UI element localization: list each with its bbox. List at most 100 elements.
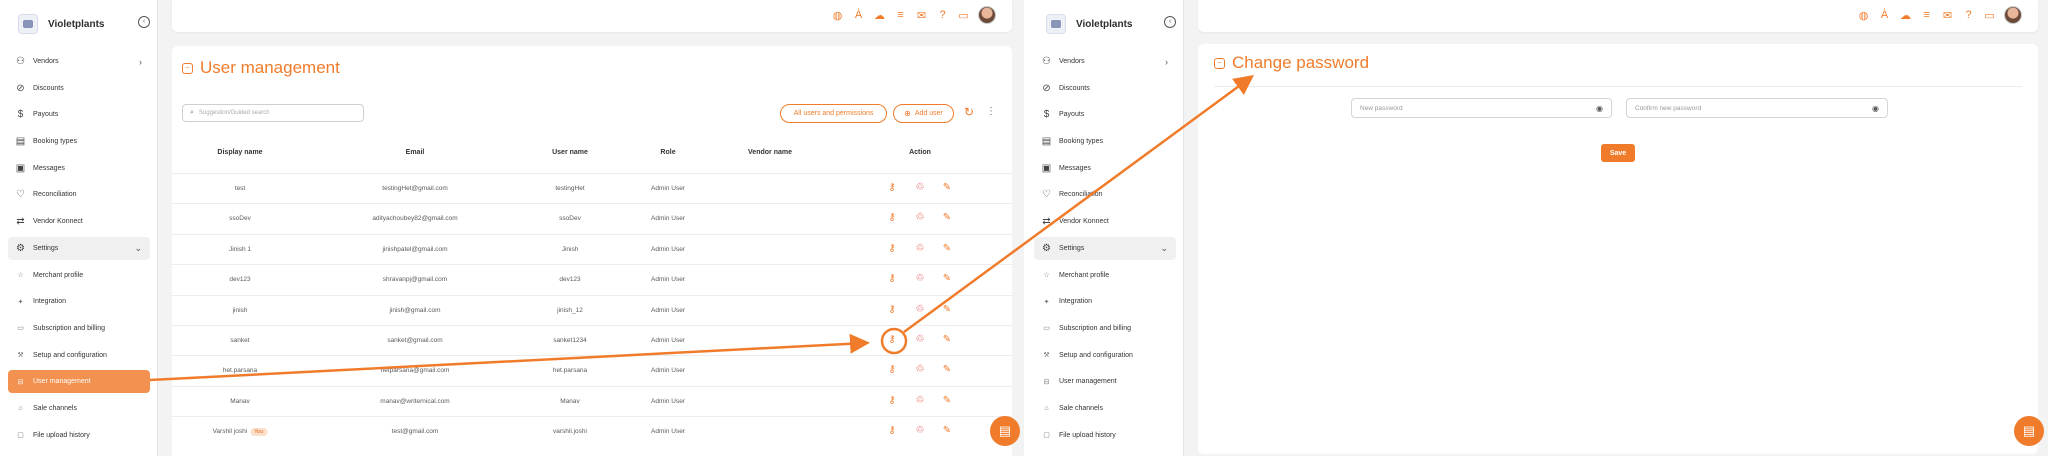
sidebar-item-discounts[interactable]: ⊘ Discounts (1034, 77, 1176, 100)
cloud-icon[interactable]: ☁ (1899, 9, 1912, 22)
confirm-password-field[interactable]: Confirm new password ◉ (1626, 98, 1888, 118)
edit-icon[interactable]: ✎ (941, 273, 953, 285)
key-icon[interactable]: ⚷ (886, 304, 898, 316)
add-user-button[interactable]: ⊕ Add user (893, 104, 954, 123)
edit-icon[interactable]: ✎ (941, 243, 953, 255)
avatar[interactable] (2004, 6, 2022, 24)
key-icon[interactable]: ⚷ (886, 212, 898, 224)
column-header-email: Email (405, 149, 425, 156)
sidebar-item-sale-channels[interactable]: ⌂ Sale channels (8, 397, 150, 420)
list-icon[interactable]: ≡ (1920, 9, 1933, 22)
sidebar-item-messages[interactable]: ▣ Messages (1034, 157, 1176, 180)
globe-icon[interactable]: ◍ (1857, 9, 1870, 22)
delete-icon[interactable]: ♲ (914, 304, 926, 316)
collapse-sidebar-button[interactable]: ‹ (138, 16, 150, 28)
sidebar-item-file-upload-history[interactable]: ▢ File upload history (8, 424, 150, 447)
edit-icon[interactable]: ✎ (941, 182, 953, 194)
cell-role: Admin User (651, 428, 685, 436)
delete-icon[interactable]: ♲ (914, 182, 926, 194)
delete-icon[interactable]: ♲ (914, 334, 926, 346)
key-icon[interactable]: ⚷ (886, 273, 898, 285)
delete-icon[interactable]: ♲ (914, 395, 926, 407)
sidebar-item-reconciliation[interactable]: ♡ Reconciliation (8, 183, 150, 206)
messages-icon: ▣ (1041, 162, 1052, 174)
delete-icon[interactable]: ♲ (914, 364, 926, 376)
key-icon[interactable]: ⚷ (886, 182, 898, 194)
sidebar-item-merchant-profile[interactable]: ☆ Merchant profile (8, 264, 150, 287)
sidebar-item-integration[interactable]: ✦ Integration (8, 290, 150, 313)
key-icon[interactable]: ⚷ (886, 364, 898, 376)
sidebar-item-subscription-and-billing[interactable]: ▭ Subscription and billing (8, 317, 150, 340)
sidebar-item-user-management[interactable]: ⊟ User management (1034, 370, 1176, 393)
wallet-icon[interactable]: ▭ (1983, 9, 1996, 22)
key-icon[interactable]: ⚷ (886, 395, 898, 407)
edit-icon[interactable]: ✎ (941, 212, 953, 224)
delete-icon[interactable]: ♲ (914, 243, 926, 255)
delete-icon[interactable]: ♲ (914, 273, 926, 285)
globe-icon[interactable]: ◍ (831, 9, 844, 22)
edit-icon[interactable]: ✎ (941, 395, 953, 407)
sidebar-item-payouts[interactable]: $ Payouts (1034, 103, 1176, 126)
megaphone-icon[interactable]: ✉ (1941, 9, 1954, 22)
sidebar-item-booking-types[interactable]: ▤ Booking types (8, 130, 150, 153)
eye-icon[interactable]: ◉ (1596, 104, 1603, 113)
sidebar-item-discounts[interactable]: ⊘ Discounts (8, 77, 150, 100)
sidebar-item-integration[interactable]: ✦ Integration (1034, 290, 1176, 313)
key-icon[interactable]: ⚷ (886, 425, 898, 437)
search-input[interactable]: ⌕ Suggestion/Guided search (182, 104, 364, 122)
file-history-icon: ▢ (17, 432, 24, 440)
sidebar-item-reconciliation[interactable]: ♡ Reconciliation (1034, 183, 1176, 206)
translate-icon[interactable]: Ȧ (1878, 9, 1891, 22)
edit-icon[interactable]: ✎ (941, 425, 953, 437)
sidebar-item-label: Reconciliation (33, 191, 77, 199)
collapse-sidebar-button[interactable]: ‹ (1164, 16, 1176, 28)
sidebar-item-messages[interactable]: ▣ Messages (8, 157, 150, 180)
edit-icon[interactable]: ✎ (941, 364, 953, 376)
sidebar-item-vendors[interactable]: ⚇ Vendors › (1034, 50, 1176, 73)
sidebar-item-vendors[interactable]: ⚇ Vendors › (8, 50, 150, 73)
delete-icon[interactable]: ♲ (914, 212, 926, 224)
more-icon[interactable]: ⋮ (986, 106, 996, 117)
eye-icon[interactable]: ◉ (1872, 104, 1879, 113)
refresh-icon[interactable]: ↻ (964, 105, 974, 119)
cell-username: ssoDev (559, 215, 581, 223)
sidebar-item-file-upload-history[interactable]: ▢ File upload history (1034, 424, 1176, 447)
cloud-icon[interactable]: ☁ (873, 9, 886, 22)
key-icon[interactable]: ⚷ (886, 243, 898, 255)
key-icon[interactable]: ⚷ (886, 334, 898, 346)
sidebar-item-settings[interactable]: ⚙ Settings ⌄ (1034, 236, 1176, 260)
sidebar-item-setup-and-configuration[interactable]: ⚒ Setup and configuration (1034, 344, 1176, 367)
cell-email: shravanpj@gmail.com (382, 276, 448, 284)
sidebar-item-settings[interactable]: ⚙ Settings ⌄ (8, 236, 150, 260)
delete-icon[interactable]: ♲ (914, 425, 926, 437)
sidebar-item-user-management[interactable]: ⊟ User management (8, 370, 150, 394)
sidebar-item-vendor-konnect[interactable]: ⇄ Vendor Konnect (1034, 210, 1176, 233)
help-icon[interactable]: ? (1962, 9, 1975, 22)
sidebar-item-setup-and-configuration[interactable]: ⚒ Setup and configuration (8, 344, 150, 367)
chat-button[interactable]: ▤ (990, 416, 1020, 446)
edit-icon[interactable]: ✎ (941, 334, 953, 346)
sidebar-item-subscription-and-billing[interactable]: ▭ Subscription and billing (1034, 317, 1176, 340)
chat-button[interactable]: ▤ (2014, 416, 2044, 446)
sidebar-item-payouts[interactable]: $ Payouts (8, 103, 150, 126)
new-password-field[interactable]: New password ◉ (1351, 98, 1612, 118)
cell-role: Admin User (651, 337, 685, 344)
edit-icon[interactable]: ✎ (941, 304, 953, 316)
all-users-permissions-button[interactable]: All users and permissions (780, 104, 887, 123)
brand[interactable]: Violetplants (18, 14, 105, 34)
brand[interactable]: Violetplants (1046, 14, 1133, 34)
avatar[interactable] (978, 6, 996, 24)
list-icon[interactable]: ≡ (894, 9, 907, 22)
sidebar-item-sale-channels[interactable]: ⌂ Sale channels (1034, 397, 1176, 420)
sidebar-item-merchant-profile[interactable]: ☆ Merchant profile (1034, 264, 1176, 287)
sidebar-item-vendor-konnect[interactable]: ⇄ Vendor Konnect (8, 210, 150, 233)
sidebar-item-label: Vendors (33, 58, 59, 65)
sidebar-item-label: Integration (33, 298, 67, 306)
translate-icon[interactable]: Ȧ (852, 9, 865, 22)
sidebar-item-booking-types[interactable]: ▤ Booking types (1034, 130, 1176, 153)
wallet-icon[interactable]: ▭ (957, 9, 970, 22)
save-button[interactable]: Save (1601, 144, 1635, 162)
megaphone-icon[interactable]: ✉ (915, 9, 928, 22)
help-icon[interactable]: ? (936, 9, 949, 22)
messages-icon: ▣ (15, 162, 26, 174)
